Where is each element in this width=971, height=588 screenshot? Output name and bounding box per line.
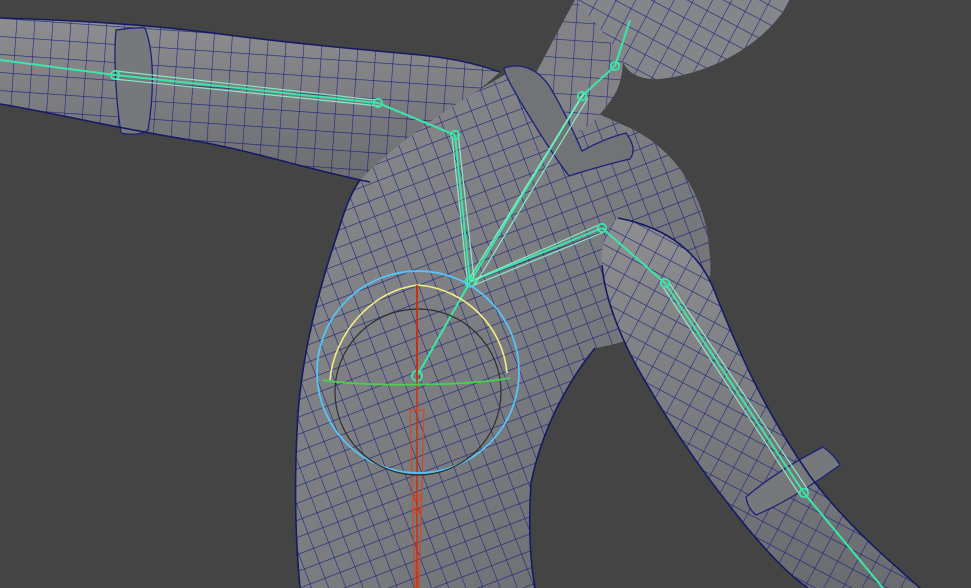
maya-viewport[interactable] [0, 0, 971, 588]
viewport-scene[interactable] [0, 0, 971, 588]
